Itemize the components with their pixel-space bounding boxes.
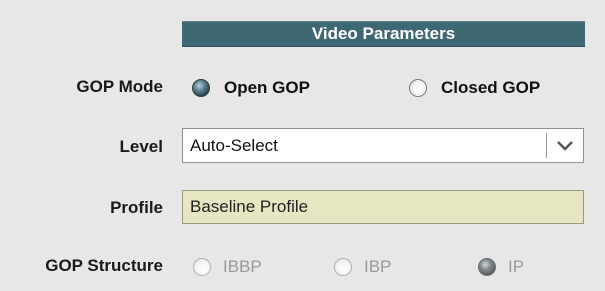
gop-mode-label: GOP Mode xyxy=(76,77,163,96)
radio-selected-icon[interactable] xyxy=(478,258,496,276)
radio-closed-gop[interactable]: Closed GOP xyxy=(409,78,540,98)
gop-structure-label: GOP Structure xyxy=(45,256,163,275)
radio-open-gop[interactable]: Open GOP xyxy=(192,78,310,98)
profile-label: Profile xyxy=(110,198,163,217)
radio-selected-icon[interactable] xyxy=(192,79,210,97)
profile-field-value: Baseline Profile xyxy=(190,197,309,216)
radio-ibp-label[interactable]: IBP xyxy=(364,257,391,277)
radio-unselected-icon[interactable] xyxy=(193,258,211,276)
level-select[interactable]: Auto-Select xyxy=(182,128,584,163)
section-header: Video Parameters xyxy=(182,21,585,47)
radio-open-gop-label[interactable]: Open GOP xyxy=(224,78,310,98)
radio-unselected-icon[interactable] xyxy=(334,258,352,276)
radio-ip-label[interactable]: IP xyxy=(508,257,524,277)
chevron-down-icon[interactable] xyxy=(547,140,583,152)
radio-ibbp-label[interactable]: IBBP xyxy=(223,257,262,277)
radio-closed-gop-label[interactable]: Closed GOP xyxy=(441,78,540,98)
level-label: Level xyxy=(119,137,163,156)
radio-ibbp[interactable]: IBBP xyxy=(193,257,262,277)
radio-ip[interactable]: IP xyxy=(478,257,524,277)
level-select-value[interactable]: Auto-Select xyxy=(183,136,546,156)
video-parameters-panel: Video Parameters GOP Mode Open GOP Close… xyxy=(0,0,605,291)
profile-field: Baseline Profile xyxy=(182,190,584,224)
radio-unselected-icon[interactable] xyxy=(409,79,427,97)
radio-ibp[interactable]: IBP xyxy=(334,257,391,277)
section-title: Video Parameters xyxy=(311,24,456,43)
